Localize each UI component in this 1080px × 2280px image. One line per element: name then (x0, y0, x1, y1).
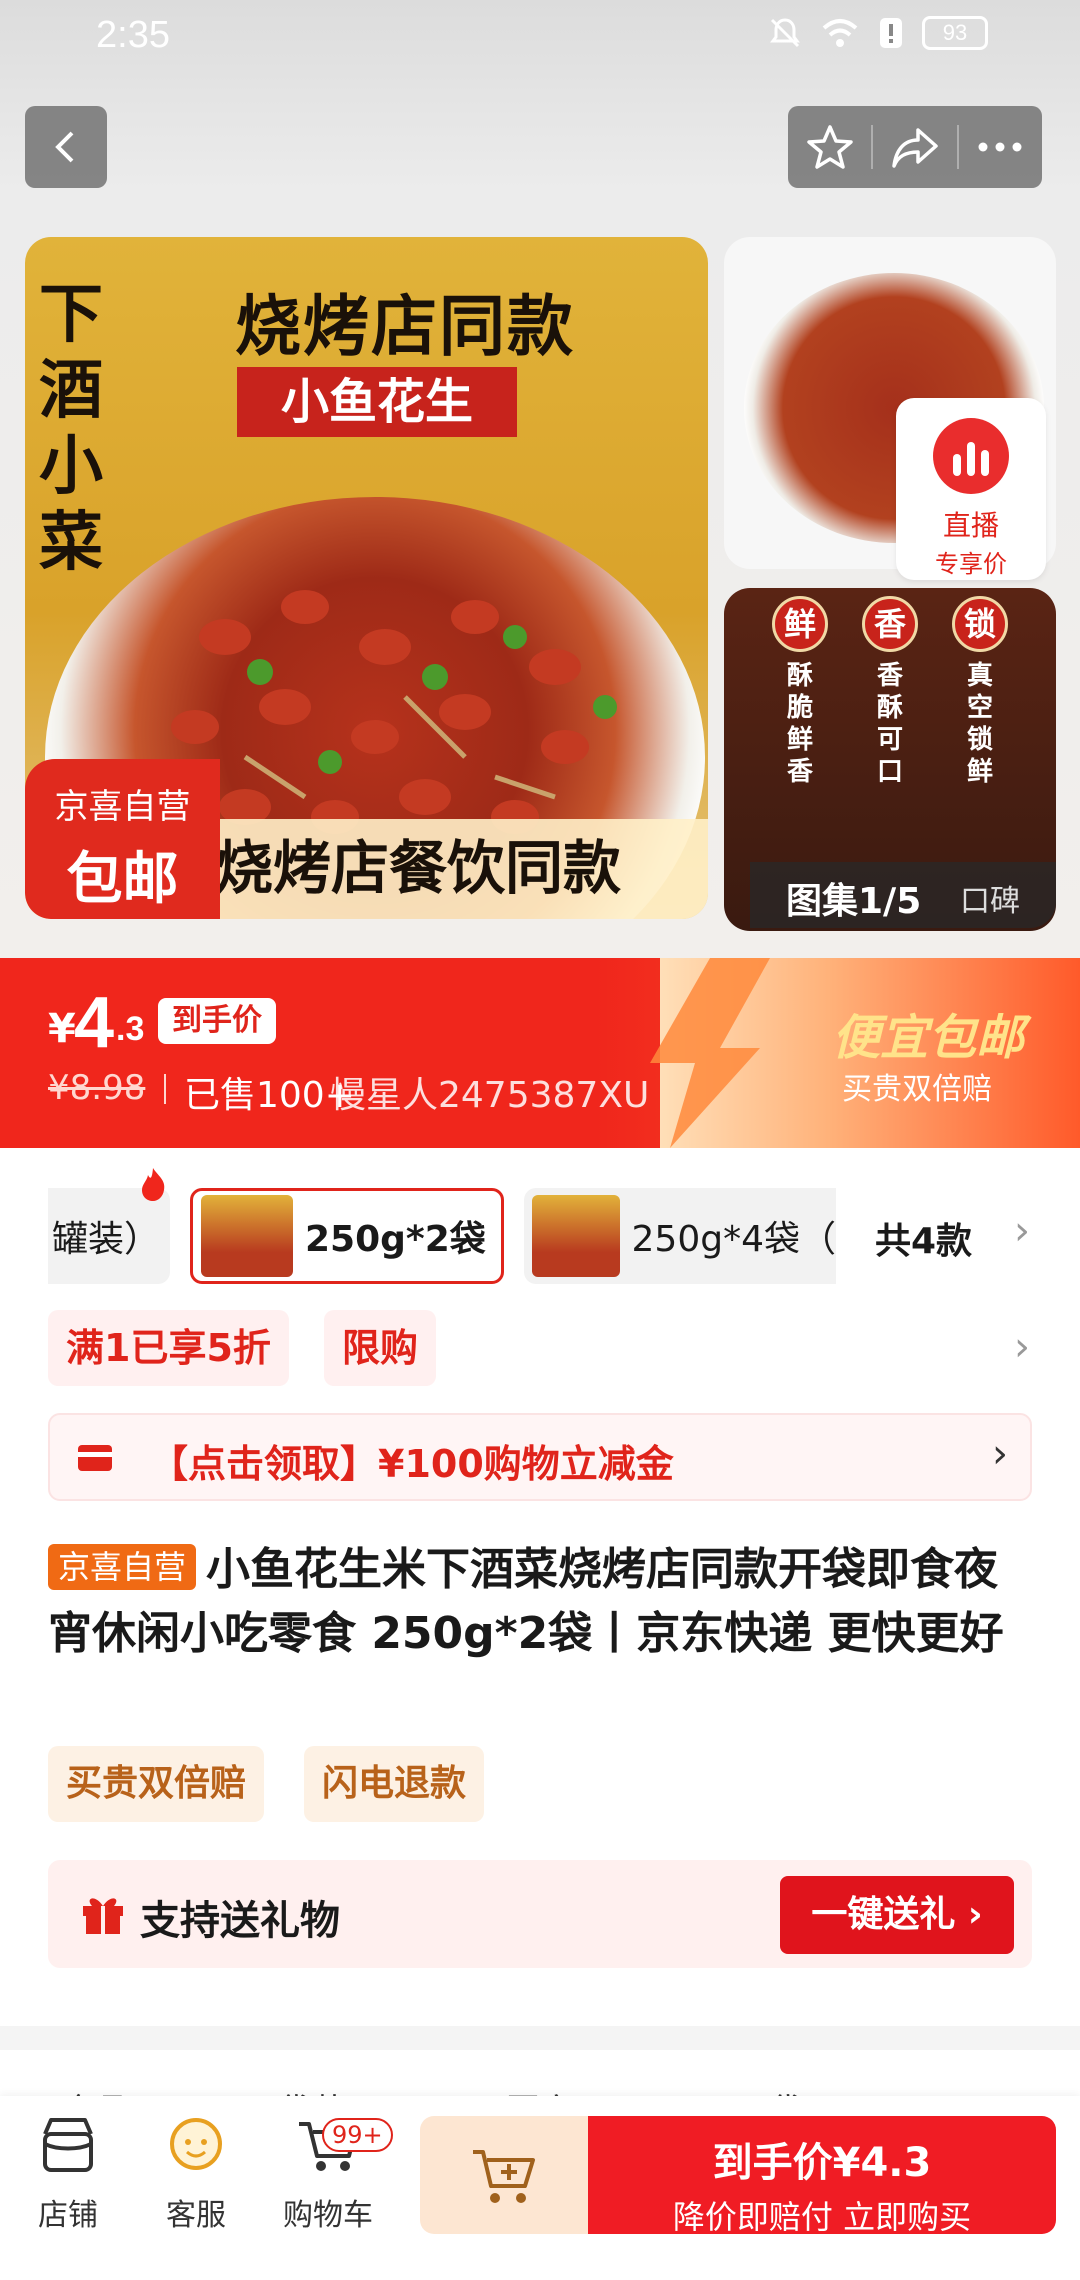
self-operated-badge: 京喜自营 (48, 1544, 197, 1590)
promo-subtitle: 买贵双倍赔 (842, 1072, 992, 1107)
customer-service-button[interactable]: 客服 (146, 2110, 246, 2234)
gift-text: 支持送礼物 (140, 1898, 340, 1944)
buy-subtitle: 降价即赔付 立即购买 (672, 2198, 972, 2236)
coupon-text: 【点击领取】¥100购物立减金 (150, 1442, 674, 1486)
seal-lock-text: 真空锁鲜 (966, 661, 993, 787)
variant-label: 250g*2袋 (305, 1219, 486, 1260)
seal-lock: 锁 (952, 596, 1008, 652)
wifi-icon (822, 19, 858, 47)
shop-button[interactable]: 店铺 (18, 2110, 118, 2234)
status-bar: 2:35 93 (0, 0, 1080, 76)
seal-fresh-text: 酥脆鲜香 (786, 661, 813, 787)
live-price-badge[interactable]: 直播 专享价 (896, 398, 1046, 580)
seal-fresh: 鲜 (772, 596, 828, 652)
gallery-counter[interactable]: 图集1/5 口碑 (750, 862, 1056, 928)
variant-total[interactable]: 共4款 (875, 1212, 972, 1264)
variant-label: 罐装） (52, 1219, 161, 1260)
chevron-right-icon: › (992, 1431, 1008, 1477)
shop-label: 店铺 (38, 2198, 98, 2233)
variant-label: 250g*4袋（ (631, 1219, 836, 1260)
buy-now-button[interactable]: 到手价¥4.3 降价即赔付 立即购买 (588, 2116, 1056, 2236)
badge-line2: 包邮 (66, 847, 179, 912)
divider (164, 1074, 166, 1104)
service-chip[interactable]: 闪电退款 (304, 1746, 485, 1822)
product-title: 京喜自营 小鱼花生米下酒菜烧烤店同款开袋即食夜宵休闲小吃零食 250g*2袋丨京东… (48, 1538, 1038, 1666)
image-red-tag: 小鱼花生 (237, 367, 517, 437)
hot-fire-icon (142, 1168, 165, 1201)
alert-icon (880, 18, 902, 48)
promotion-row[interactable]: 满1已享5折 限购 › (48, 1310, 1048, 1388)
lightning-icon (650, 958, 770, 1148)
discount-chip: 满1已享5折 (48, 1310, 289, 1386)
promo-title: 便宜包邮 (831, 1010, 1024, 1066)
side-title: 下酒小菜 (39, 277, 103, 580)
variant-option[interactable]: 罐装） (48, 1188, 170, 1284)
gift-bar: 支持送礼物 一键送礼 › (48, 1860, 1032, 1968)
live-label: 直播 (942, 509, 999, 542)
live-sub-label: 专享价 (935, 550, 1007, 578)
add-to-cart-button[interactable] (420, 2116, 590, 2234)
shop-icon (43, 2118, 93, 2172)
product-info: 罐装） 250g*2袋 250g*4袋（ 共4款 › 满1已享5折 限购 › 【… (0, 1148, 1080, 2028)
mute-bell-icon (770, 18, 800, 48)
variant-selector: 罐装） 250g*2袋 250g*4袋（ 共4款 › (48, 1168, 1048, 1288)
coupon-banner[interactable]: 【点击领取】¥100购物立减金 › (48, 1413, 1032, 1501)
price-currency: ¥ (48, 1006, 76, 1052)
final-price-tag: 到手价 (158, 998, 276, 1044)
customer-service-label: 客服 (166, 2198, 226, 2233)
more-button[interactable] (959, 106, 1042, 188)
add-cart-icon (473, 2150, 535, 2203)
header-actions (788, 106, 1042, 188)
back-button[interactable] (25, 106, 107, 188)
user-watermark: 慢星人2475387XU (330, 1075, 650, 1116)
variant-option[interactable]: 250g*4袋（ (524, 1188, 836, 1284)
reviews-tab[interactable]: 口碑 (960, 876, 1020, 920)
variant-option-selected[interactable]: 250g*2袋 (190, 1188, 504, 1284)
star-icon (806, 125, 853, 169)
image-bottom-text: 烧烤店餐饮同款 (215, 834, 622, 902)
gallery-count-label: 图集1/5 (786, 881, 922, 922)
seal-fragrant: 香 (862, 596, 918, 652)
chevron-right-icon[interactable]: › (1014, 1324, 1030, 1370)
status-time: 2:35 (96, 14, 170, 56)
send-gift-button[interactable]: 一键送礼 › (780, 1876, 1014, 1954)
price-decimal: .3 (116, 1010, 145, 1048)
service-chip[interactable]: 买贵双倍赔 (48, 1746, 265, 1822)
limit-chip: 限购 (324, 1310, 437, 1386)
gift-icon (83, 1898, 123, 1934)
original-price: ¥8.98 (48, 1068, 146, 1108)
badge-line1: 京喜自营 (54, 787, 191, 827)
free-shipping-badge: 京喜自营 包邮 (25, 759, 220, 919)
more-icon (978, 142, 1022, 152)
buy-price-label: 到手价¥4.3 (712, 2140, 932, 2186)
live-bars-icon (933, 418, 1009, 494)
chevron-right-icon[interactable]: › (1014, 1208, 1030, 1254)
section-divider (0, 2026, 1080, 2050)
image-headline: 烧烤店同款 (235, 287, 575, 365)
customer-service-icon (170, 2118, 222, 2170)
product-detail-screen: 2:35 93 下酒小菜 烧烤店同款 小鱼花生 烧烤店餐饮同款 京喜自营 包邮 … (0, 0, 1080, 2280)
gallery-area: 2:35 93 下酒小菜 烧烤店同款 小鱼花生 烧烤店餐饮同款 京喜自营 包邮 … (0, 0, 1080, 958)
favorite-button[interactable] (788, 106, 871, 188)
cart-count-badge: 99+ (322, 2118, 393, 2152)
price-integer: 4 (74, 983, 115, 1063)
share-button[interactable] (873, 106, 956, 188)
price-banner: ¥ 4 .3 到手价 ¥8.98 已售100+ 慢星人2475387XU 便宜包… (0, 958, 1080, 1148)
main-product-image[interactable]: 下酒小菜 烧烤店同款 小鱼花生 烧烤店餐饮同款 京喜自营 包邮 (25, 237, 708, 919)
card-icon (78, 1445, 112, 1471)
cart-label: 购物车 (283, 2198, 373, 2233)
variant-thumbnail (532, 1195, 620, 1277)
status-icons: 93 (768, 16, 988, 50)
seal-fragrant-text: 香酥可口 (876, 661, 903, 787)
variant-thumbnail (201, 1195, 293, 1277)
battery-indicator: 93 (922, 16, 988, 50)
chevron-left-icon (55, 131, 74, 163)
share-icon (892, 128, 938, 168)
